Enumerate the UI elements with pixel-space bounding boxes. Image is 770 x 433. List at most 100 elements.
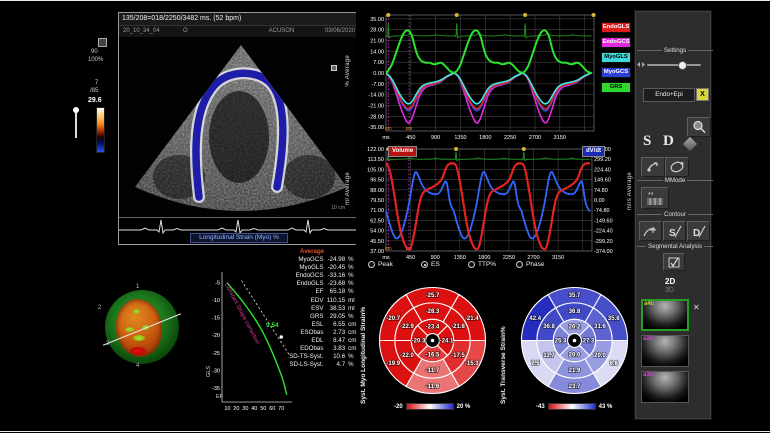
radio-label: ES (431, 261, 440, 268)
y-tick-label: 62.50 (370, 218, 384, 224)
mode-2d-toggle[interactable]: 2D (665, 277, 675, 286)
strain-sphere-view[interactable]: 1 2 3 4 (100, 287, 184, 371)
segment-value: 6.8 (610, 361, 619, 367)
radio-ES[interactable]: ES (421, 261, 440, 268)
contour-systole-button[interactable]: S (663, 221, 686, 241)
settings-slider-thumb[interactable] (678, 61, 687, 70)
gls-point-value: 9.54 (266, 322, 279, 329)
y-tick-label: 71.00 (370, 208, 384, 214)
mode-3d-toggle[interactable]: 3D (665, 287, 674, 294)
radio-label: TTP% (478, 261, 496, 268)
avg-row-EDObas: EDObas3.83cm (284, 345, 360, 353)
y-tick-label: 28.00 (370, 28, 384, 34)
x-tick-label: 70 (278, 406, 284, 412)
x-tick-label: 1800 (479, 135, 491, 141)
avg-row-GRS: GRS29.05% (284, 313, 360, 321)
segment-value: -15.3 (465, 361, 479, 367)
vendor-label: ACUSON (238, 26, 325, 37)
cut-icon[interactable]: ✕ (693, 303, 700, 312)
x-tick-label: 10 (224, 406, 230, 412)
segmental-analysis-button[interactable] (663, 253, 685, 271)
segment-value: -22.9 (400, 324, 414, 330)
point-tool-button[interactable] (641, 157, 665, 177)
systole-marker-button[interactable]: S (643, 133, 651, 150)
segment-value: 35.7 (569, 293, 581, 299)
segment-value: 20.2 (569, 324, 581, 330)
ultrasound-image[interactable]: 10 cm (119, 37, 359, 217)
view-thumbnail-a2c[interactable]: a2c (641, 335, 689, 367)
sphere-marker-1: 1 (136, 284, 139, 290)
zoom-tool-button[interactable] (687, 117, 711, 137)
segment-value: 35.8 (608, 316, 620, 322)
s-slash-icon: S (668, 225, 682, 238)
strain-y-axis-label: % Average (345, 55, 351, 87)
gain-value: 100% (88, 57, 103, 63)
segment-value: -23.4 (426, 324, 440, 330)
view-thumbnail-a4c[interactable]: a4c (641, 299, 689, 331)
y2-tick-label: -149.60 (594, 218, 613, 224)
y-tick-label: -30 (212, 368, 220, 374)
segment-value: -24.1 (440, 339, 454, 345)
series-reference (242, 281, 291, 357)
study-info-bar: 20_10_34_04 O ACUSON 03/06/2020 (119, 26, 359, 37)
segment-value: -16.5 (426, 353, 440, 359)
volume-badge: Volume (388, 146, 417, 157)
transverse-strain-bullseye: 35.735.86.823.77.542.436.831.620.021.911… (510, 276, 639, 405)
segment-value: -11.6 (426, 384, 440, 390)
radio-dot[interactable] (468, 261, 475, 268)
mmode-button[interactable]: ** (641, 187, 669, 209)
transverse-scale-bar: -43 43 % (536, 403, 612, 410)
view-thumbnail-a3c[interactable]: a3c (641, 371, 689, 403)
strain-mode-label: Longitudinal Strain (Myo) % (190, 233, 288, 243)
y-tick-label: -35 (212, 386, 220, 392)
anchor-point-icon (646, 161, 660, 173)
y-tick-label: 14.00 (370, 49, 384, 55)
depth-value: 7 (95, 80, 98, 86)
legend-EndoGCS[interactable]: EndoGCS (601, 37, 631, 48)
study-date: 03/06/2020 (325, 26, 355, 37)
y2-tick-label: 299.20 (594, 157, 611, 163)
segment-value: -22.0 (400, 353, 414, 359)
radio-Phase[interactable]: Phase (516, 261, 544, 268)
contour-group-title: Contour (635, 211, 715, 218)
gls-axis-label: GLS (206, 366, 212, 377)
segment-value: 7.5 (531, 361, 540, 367)
contour-diastole-button[interactable]: D (687, 221, 710, 241)
avg-row-MyoGCS: MyoGCS-24.98% (284, 256, 360, 264)
radio-dot[interactable] (516, 261, 523, 268)
average-values-table: Average MyoGCS-24.98%MyoGLS-20.45%EndoGC… (284, 248, 360, 369)
y-tick-label: -25 (212, 351, 220, 357)
add-contour-button[interactable] (639, 221, 662, 241)
radio-dot[interactable] (368, 261, 375, 268)
slider-thumb[interactable] (73, 107, 79, 113)
series-ECG (386, 24, 591, 38)
avg-table-header: Average (284, 248, 360, 256)
segment-value: 20.0 (594, 353, 606, 359)
radio-Peak[interactable]: Peak (368, 261, 393, 268)
colorbar-max-value: 29.6 (88, 97, 102, 104)
x-tick-label: 20 (233, 406, 239, 412)
y-tick-label: 113.50 (368, 157, 384, 163)
diastole-marker-button[interactable]: D (663, 133, 674, 150)
avg-row-SD-LS-Syst.: SD-LS-Syst.4.7% (284, 361, 360, 369)
strain-colorbar (96, 107, 105, 153)
left-slider[interactable] (75, 108, 77, 138)
legend-MyoGLS[interactable]: MyoGLS (601, 52, 631, 63)
radio-TTP%[interactable]: TTP% (468, 261, 496, 268)
settings-slider[interactable] (647, 64, 701, 66)
radio-dot[interactable] (421, 261, 428, 268)
segment-value: 36.8 (543, 324, 555, 330)
range-value: /85 (90, 88, 98, 94)
endo-epi-field[interactable]: Endo+Epi (643, 88, 695, 102)
segment-value: -28.3 (426, 309, 440, 315)
legend-GRS[interactable]: GRS (601, 82, 631, 93)
segment-value: -20.3 (412, 339, 426, 345)
lasso-tool-button[interactable] (665, 157, 689, 177)
x-tick-label: 3150 (554, 135, 566, 141)
top-edge-line (0, 0, 770, 1)
legend-EndoGLS[interactable]: EndoGLS (601, 22, 631, 33)
endo-epi-checkbox[interactable]: X (696, 88, 709, 101)
diamond-icon[interactable] (683, 137, 697, 151)
legend-MyoGCS[interactable]: MyoGCS (601, 67, 631, 78)
scale-min: -20 (394, 404, 403, 410)
